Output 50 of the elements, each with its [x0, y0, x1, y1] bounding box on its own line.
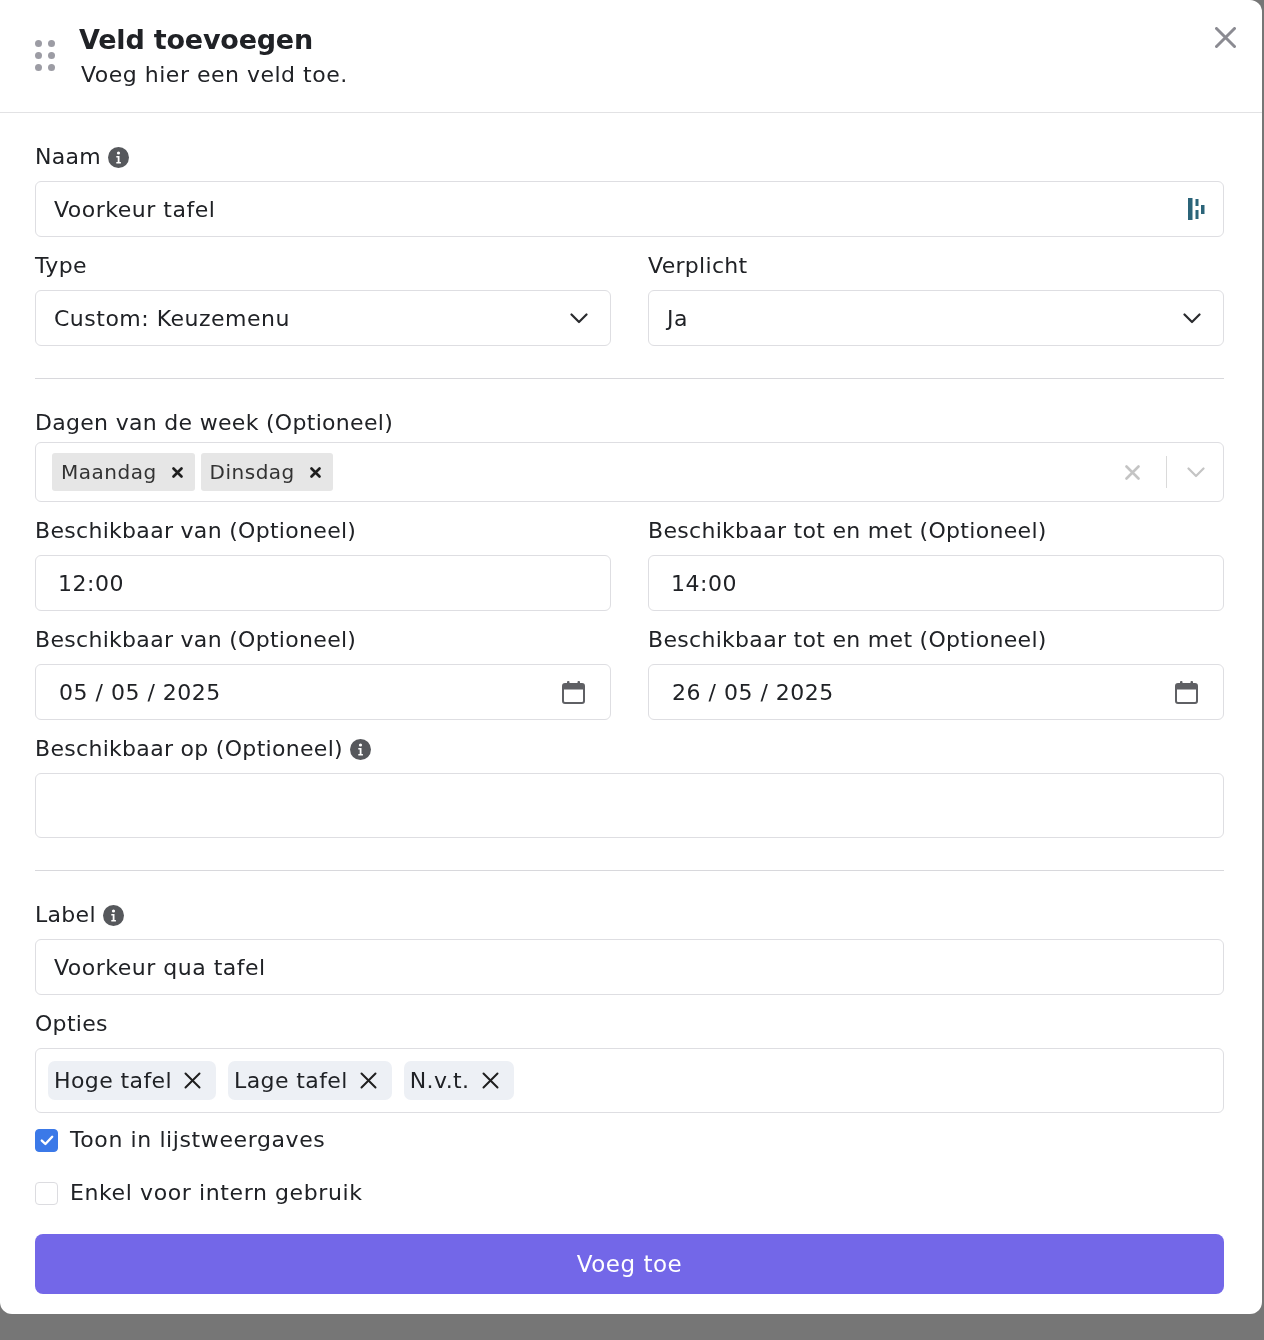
tag-chip[interactable]: Hoge tafel [48, 1061, 216, 1100]
tag-text: Lage tafel [234, 1068, 348, 1093]
field-label: Verplicht [648, 252, 748, 280]
date-input[interactable]: 05 / 05 / 2025 [35, 664, 611, 720]
tags-input-field[interactable] [35, 773, 1224, 838]
field-label: Beschikbaar tot en met (Optioneel) [648, 517, 1047, 545]
tag-text: Dinsdag [209, 460, 295, 484]
tag-text: Maandag [61, 460, 157, 484]
tag-text: N.v.t. [409, 1068, 470, 1093]
time-input[interactable]: 14:00 [648, 555, 1224, 611]
date-input[interactable]: 26 / 05 / 2025 [648, 664, 1224, 720]
time-input[interactable]: 12:00 [35, 555, 611, 611]
field-label: Beschikbaar van (Optioneel) [35, 626, 357, 654]
add-button[interactable]: Voeg toe [35, 1234, 1224, 1294]
tag-chip[interactable]: N.v.t. [403, 1061, 514, 1100]
field-label: Type [35, 252, 87, 280]
field-label: Beschikbaar van (Optioneel) [35, 517, 357, 545]
calendar-icon[interactable] [562, 680, 585, 704]
close-icon[interactable] [184, 1072, 201, 1089]
close-icon[interactable] [309, 466, 321, 478]
close-icon[interactable] [171, 466, 183, 478]
tag-text: Hoge tafel [54, 1068, 172, 1093]
tag-chip[interactable]: Dinsdag [200, 453, 333, 491]
checkbox[interactable] [35, 1128, 58, 1152]
close-icon[interactable] [359, 1072, 377, 1089]
field-label: Beschikbaar tot en met (Optioneel) [648, 626, 1047, 654]
calendar-icon[interactable] [1175, 680, 1198, 704]
drag-handle-icon[interactable] [35, 40, 55, 71]
select-field[interactable]: Custom: Keuzemenu [35, 290, 611, 346]
field-label: Label [35, 901, 96, 929]
dialog-title: Veld toevoegen [79, 23, 313, 57]
tags-input-field[interactable]: Hoge tafel Lage tafel N.v.t. [35, 1048, 1224, 1113]
check-icon [39, 1134, 54, 1146]
field-label: Beschikbaar op (Optioneel) [35, 735, 343, 763]
field-label: Naam [35, 143, 102, 171]
dialog-subtitle: Voeg hier een veld toe. [80, 61, 348, 89]
checkbox-label: Toon in lijstweergaves [70, 1126, 326, 1154]
bars-icon[interactable] [1188, 198, 1205, 220]
field-label: Dagen van de week (Optioneel) [35, 409, 394, 437]
chevron-down-icon[interactable] [570, 312, 588, 324]
text-input[interactable]: Voorkeur tafel [35, 181, 1224, 237]
chevron-down-icon[interactable] [1183, 312, 1201, 324]
tag-chip[interactable]: Lage tafel [228, 1061, 392, 1100]
multi-select-field[interactable]: Maandag Dinsdag [35, 442, 1224, 502]
text-input[interactable]: Voorkeur qua tafel [35, 939, 1224, 995]
tag-chip[interactable]: Maandag [52, 453, 195, 491]
close-icon[interactable] [481, 1072, 499, 1089]
field-label: Opties [35, 1010, 108, 1038]
checkbox-label: Enkel voor intern gebruik [70, 1179, 363, 1207]
select-field[interactable]: Ja [648, 290, 1224, 346]
